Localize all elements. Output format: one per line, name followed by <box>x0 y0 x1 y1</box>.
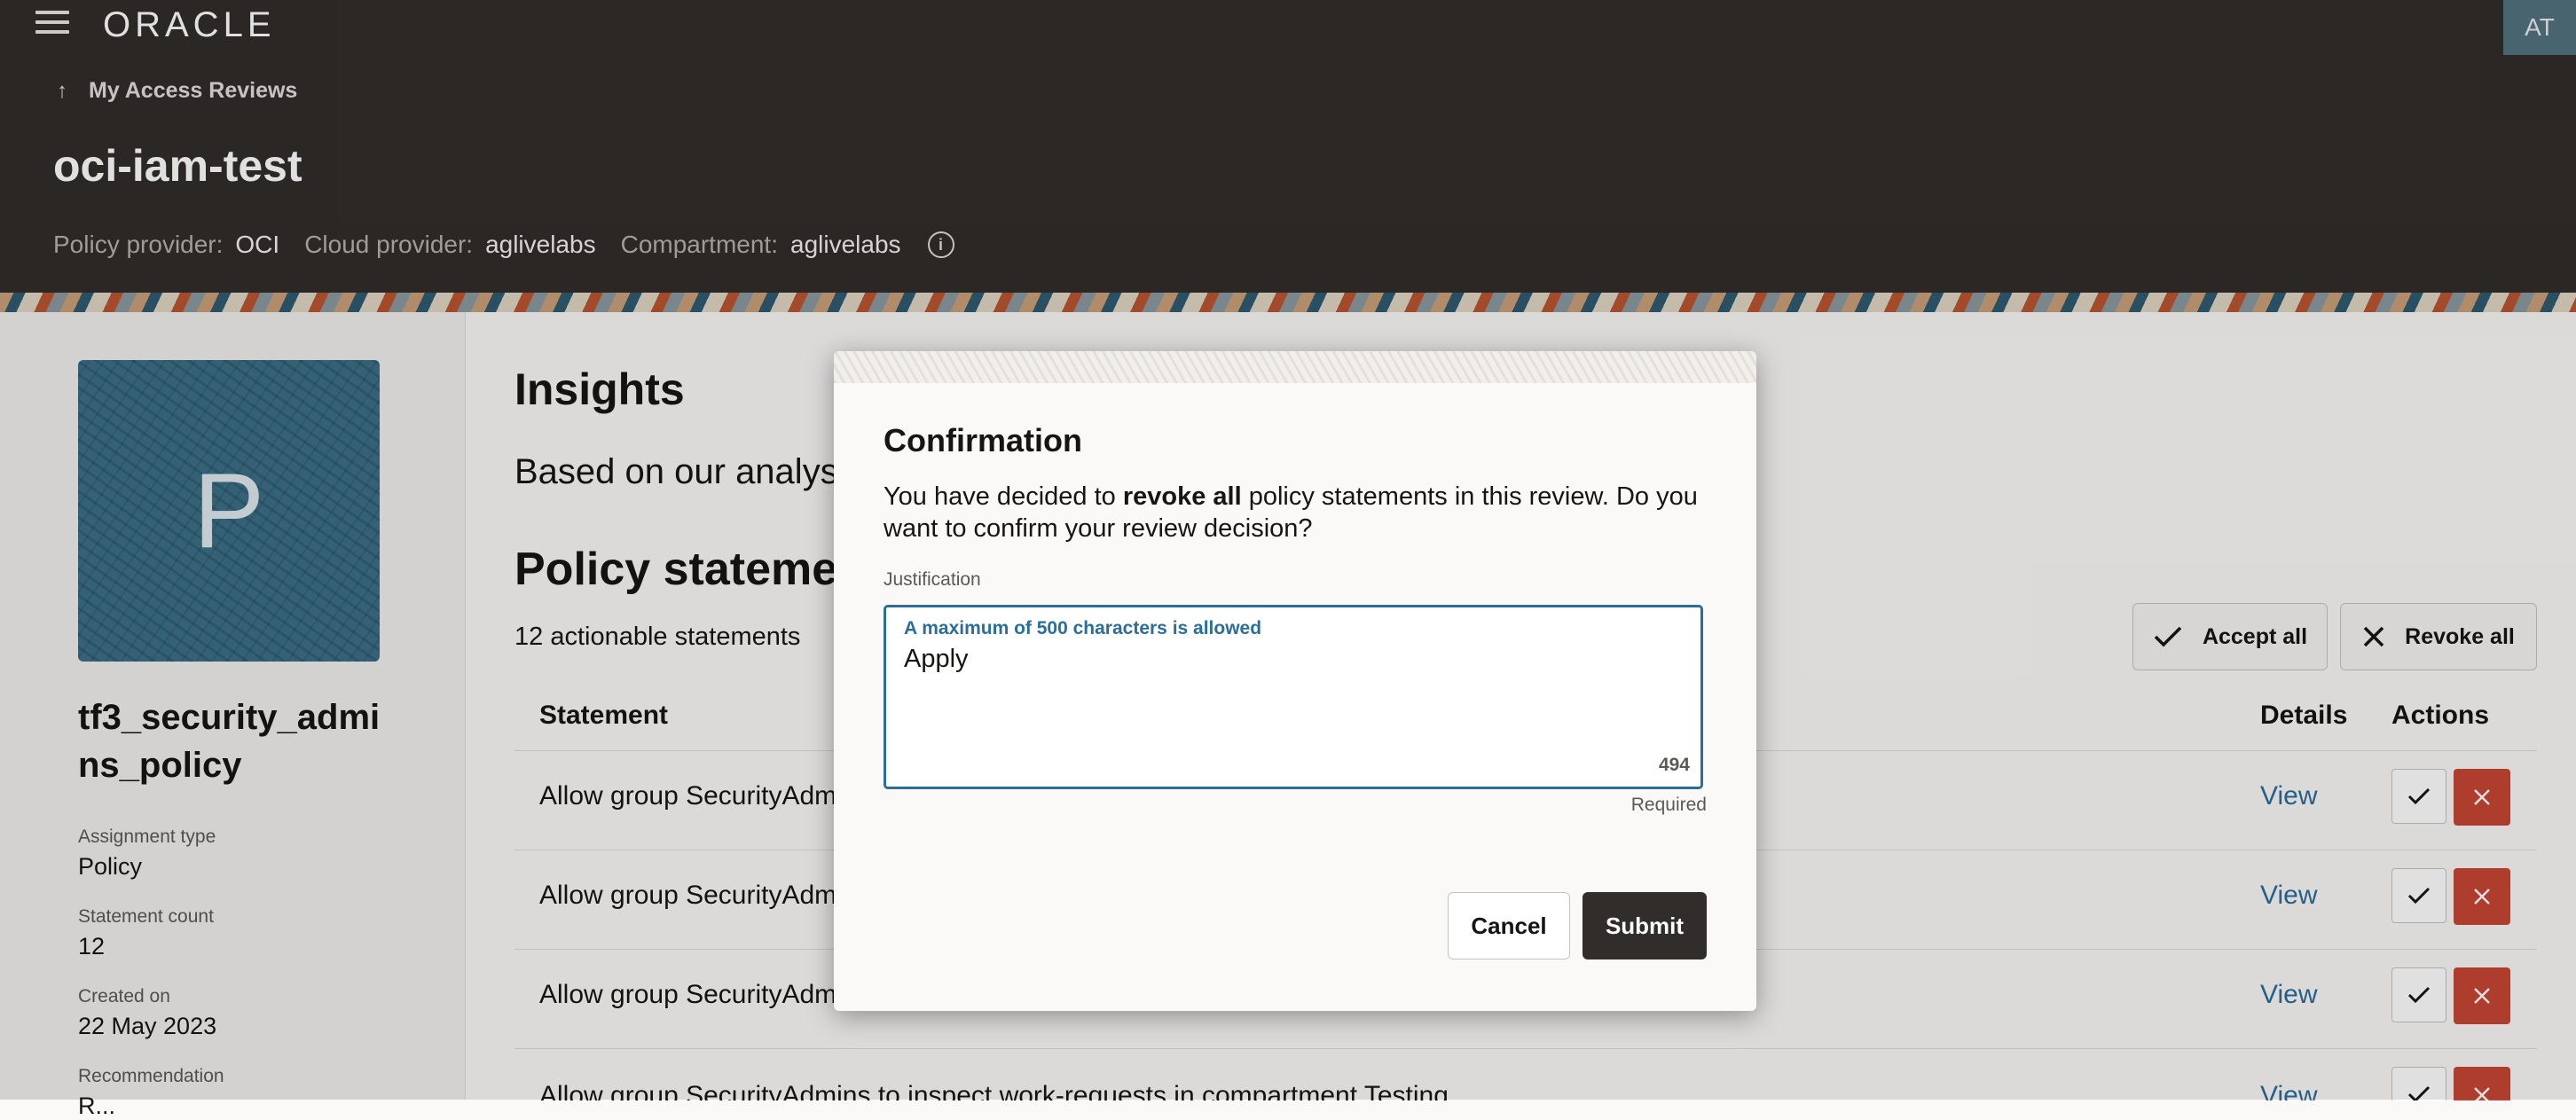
char-counter: 494 <box>1658 755 1690 775</box>
dialog-header-texture <box>834 351 1756 383</box>
message-emphasis: revoke all <box>1122 482 1242 511</box>
submit-button[interactable]: Submit <box>1583 892 1707 959</box>
cancel-button[interactable]: Cancel <box>1448 892 1570 959</box>
required-text: Required <box>1630 795 1707 815</box>
dialog-message: You have decided to revoke all policy st… <box>884 481 1708 544</box>
justification-textarea[interactable]: A maximum of 500 characters is allowed A… <box>884 605 1703 789</box>
message-text: You have decided to <box>884 482 1123 511</box>
justification-label: Justification <box>884 569 981 590</box>
dialog-title: Confirmation <box>884 422 1082 458</box>
textarea-value: Apply <box>904 645 969 673</box>
confirmation-dialog: Confirmation You have decided to revoke … <box>834 351 1756 1011</box>
textarea-hint: A maximum of 500 characters is allowed <box>904 618 1262 638</box>
